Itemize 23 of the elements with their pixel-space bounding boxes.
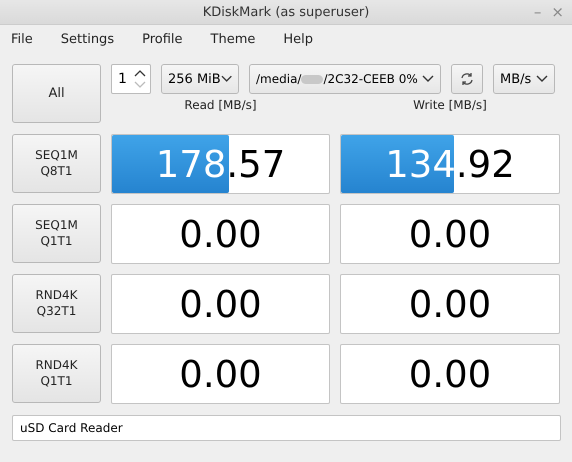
path-dropdown[interactable]: /media/ /2C32-CEEB 0% — [249, 64, 441, 94]
runs-spinbox[interactable]: 1 — [111, 64, 151, 94]
test-button[interactable]: RND4K Q32T1 — [12, 274, 101, 333]
chevron-icon — [220, 75, 232, 83]
menu-item[interactable]: File — [4, 28, 40, 50]
all-button[interactable]: All — [12, 64, 101, 123]
column-header: Read [MB/s] — [183, 98, 258, 114]
column-header: Write [MB/s] — [412, 98, 488, 114]
test-button[interactable]: SEQ1M Q1T1 — [12, 204, 101, 263]
unit-dropdown[interactable]: MB/s — [493, 64, 555, 94]
menu-item[interactable]: Help — [276, 28, 320, 50]
test-button[interactable]: SEQ1M Q8T1 — [12, 134, 101, 193]
menu-item[interactable]: Profile — [135, 28, 190, 50]
refresh-button[interactable] — [451, 64, 483, 94]
test-button[interactable]: RND4K Q1T1 — [12, 344, 101, 403]
chevron-icon — [536, 75, 548, 83]
menu-item[interactable]: Settings — [54, 28, 122, 50]
refresh-icon — [460, 72, 474, 86]
menu-item[interactable]: Theme — [204, 28, 262, 50]
device-field: uSD Card Reader — [12, 415, 561, 441]
size-dropdown[interactable]: 256 MiB — [161, 64, 239, 94]
chevron-icon — [422, 75, 434, 83]
window-title: KDiskMark (as superuser) — [202, 4, 370, 20]
